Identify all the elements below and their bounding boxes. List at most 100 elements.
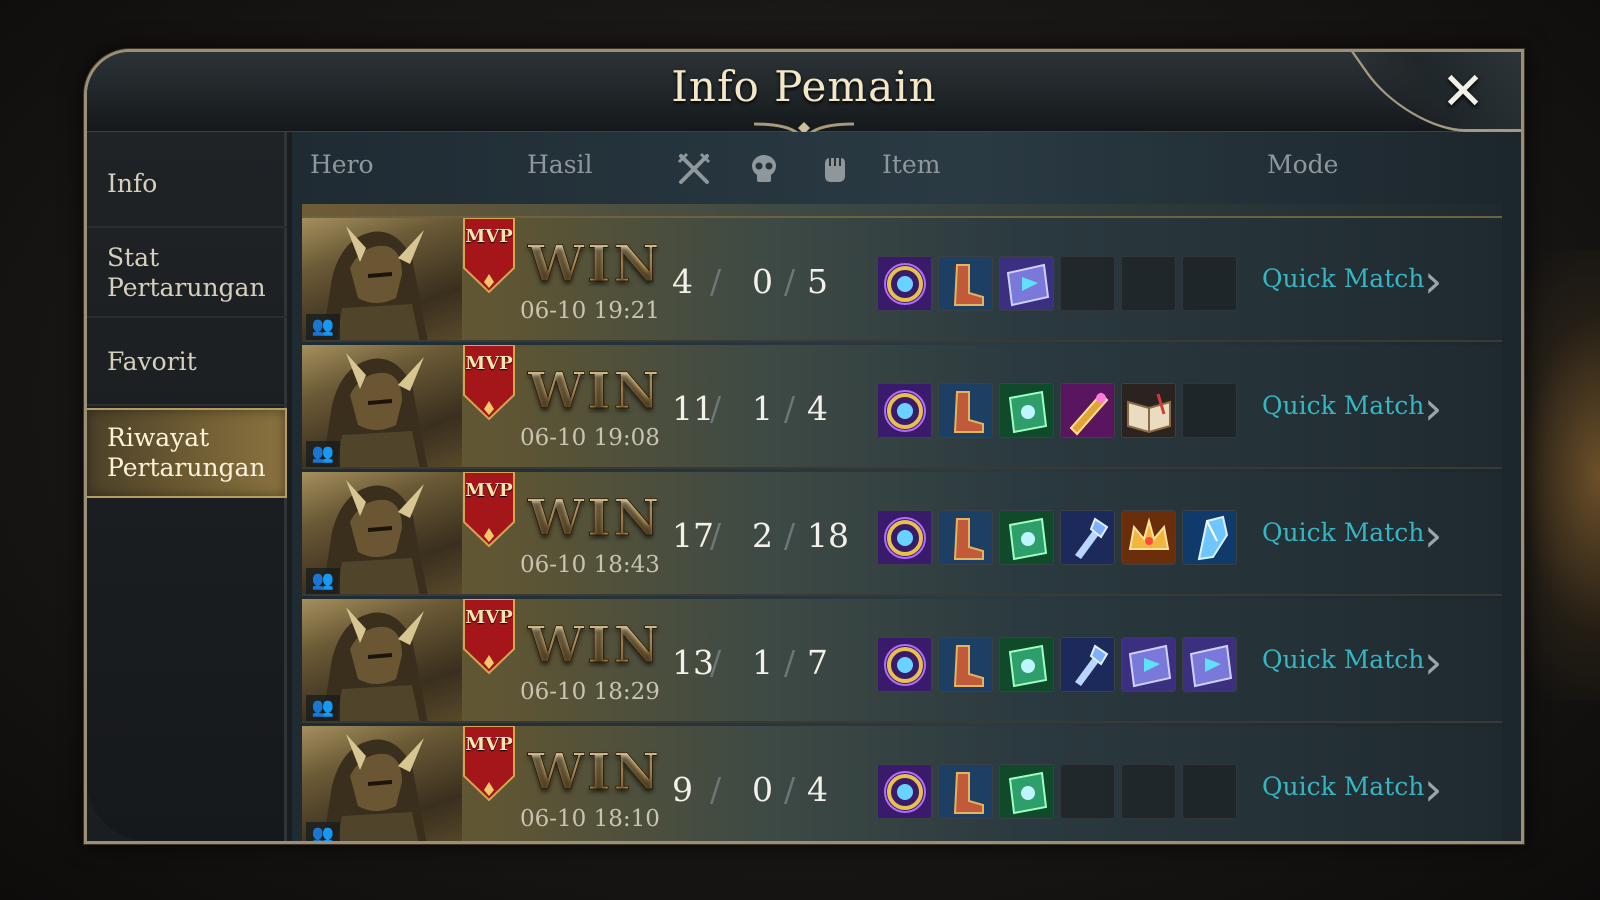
mvp-label: MVP [465, 226, 513, 247]
sidebar-item-label: Stat Pertarungan [107, 243, 266, 302]
match-date: 06-10 19:21 [520, 298, 660, 324]
header-hero: Hero [310, 150, 374, 179]
mvp-label: MVP [465, 480, 513, 501]
match-result: WIN [527, 361, 663, 421]
empty-item-slot [1060, 256, 1115, 311]
sidebar-item-label: Info [107, 169, 158, 198]
tome-icon[interactable] [999, 764, 1054, 819]
assists-value: 7 [807, 643, 828, 682]
mode-link[interactable]: Quick Match [1262, 518, 1424, 547]
boots-icon[interactable] [938, 510, 993, 565]
party-icon: 👥 [306, 314, 340, 340]
hero-portrait: 👥 [302, 472, 462, 594]
fist-icon [825, 158, 845, 182]
match-history-table: Hero Hasil Item Mode 👥 MVP WIN 06-10 19:21 4… [292, 132, 1521, 841]
table-header: Hero Hasil Item Mode [292, 132, 1521, 204]
hero-portrait: 👥 [302, 218, 462, 340]
player-info-window: Info Pemain ✕ Info Stat Pertarungan Favo… [84, 49, 1524, 844]
mode-link[interactable]: Quick Match [1262, 645, 1424, 674]
kda-separator: / [710, 643, 722, 682]
header-result: Hasil [527, 150, 593, 179]
table-row[interactable]: 👥 MVP WIN 06-10 18:29 13/1/7 Quick Match › [302, 599, 1502, 723]
party-icon: 👥 [306, 441, 340, 467]
tome-icon[interactable] [999, 256, 1054, 311]
table-row[interactable]: 👥 MVP WIN 06-10 18:43 17/2/18 Quick Match › [302, 472, 1502, 596]
match-date: 06-10 18:29 [520, 679, 660, 705]
match-result: WIN [527, 234, 663, 294]
mvp-label: MVP [465, 353, 513, 374]
amulet-icon[interactable] [877, 256, 932, 311]
chevron-right-icon[interactable]: › [1424, 764, 1454, 814]
match-result: WIN [527, 488, 663, 548]
tome-icon[interactable] [1121, 637, 1176, 692]
table-row[interactable]: 👥 MVP WIN 06-10 18:10 9 / 0 / 4 Quick Match › [302, 726, 1502, 841]
staff-icon[interactable] [1060, 510, 1115, 565]
empty-item-slot [1182, 383, 1237, 438]
amulet-icon[interactable] [877, 764, 932, 819]
table-row[interactable]: 👥 MVP WIN 06-10 19:08 11/1/4 Quick Match › [302, 345, 1502, 469]
match-date: 06-10 18:43 [520, 552, 660, 578]
mode-link[interactable]: Quick Match [1262, 772, 1424, 801]
assists-value: 5 [807, 262, 828, 301]
mode-link[interactable]: Quick Match [1262, 391, 1424, 420]
scroll-icon[interactable] [1060, 383, 1115, 438]
amulet-icon[interactable] [877, 637, 932, 692]
empty-item-slot [1182, 256, 1237, 311]
kda-separator: / [784, 262, 796, 301]
tome-icon[interactable] [999, 510, 1054, 565]
kda-separator: / [710, 770, 722, 809]
deaths-value: 1 [752, 643, 773, 682]
chevron-right-icon[interactable]: › [1424, 383, 1454, 433]
sidebar-item-info[interactable]: Info [87, 142, 287, 228]
kda-separator: / [710, 389, 722, 428]
boots-icon[interactable] [938, 383, 993, 438]
hero-portrait: 👥 [302, 726, 462, 841]
sidebar-item-riwayat-pertarungan[interactable]: Riwayat Pertarungan [87, 408, 287, 498]
chevron-right-icon[interactable]: › [1424, 637, 1454, 687]
kills-value: 13 [672, 643, 714, 682]
title-bar: Info Pemain ✕ [87, 52, 1521, 143]
hero-portrait: 👥 [302, 599, 462, 721]
sidebar-item-favorit[interactable]: Favorit [87, 320, 287, 406]
amulet-icon[interactable] [877, 383, 932, 438]
shard-icon[interactable] [1182, 510, 1237, 565]
header-mode: Mode [1267, 150, 1339, 179]
kills-value: 17 [672, 516, 714, 555]
hero-portrait: 👥 [302, 345, 462, 467]
match-result: WIN [527, 615, 663, 675]
empty-item-slot [1121, 764, 1176, 819]
boots-icon[interactable] [938, 256, 993, 311]
match-date: 06-10 19:08 [520, 425, 660, 451]
party-icon: 👥 [306, 822, 340, 841]
header-item: Item [882, 150, 941, 179]
sidebar-item-label: Favorit [107, 347, 197, 376]
kda-separator: / [784, 643, 796, 682]
mode-link[interactable]: Quick Match [1262, 264, 1424, 293]
kda-separator: / [784, 770, 796, 809]
assists-value: 4 [807, 389, 828, 428]
crossed-swords-icon [677, 152, 711, 184]
kda-separator: / [784, 389, 796, 428]
empty-item-slot [1121, 256, 1176, 311]
staff-icon[interactable] [1060, 637, 1115, 692]
window-title: Info Pemain [671, 62, 937, 111]
match-date: 06-10 18:10 [520, 806, 660, 832]
tome-icon[interactable] [1182, 637, 1237, 692]
assists-value: 18 [807, 516, 849, 555]
chevron-right-icon[interactable]: › [1424, 510, 1454, 560]
deaths-value: 2 [752, 516, 773, 555]
amulet-icon[interactable] [877, 510, 932, 565]
party-icon: 👥 [306, 695, 340, 721]
empty-item-slot [1182, 764, 1237, 819]
book-icon[interactable] [1121, 383, 1176, 438]
tome-icon[interactable] [999, 383, 1054, 438]
close-icon[interactable]: ✕ [1433, 62, 1493, 122]
sidebar-item-stat-pertarungan[interactable]: Stat Pertarungan [87, 230, 287, 318]
tome-icon[interactable] [999, 637, 1054, 692]
crown-icon[interactable] [1121, 510, 1176, 565]
boots-icon[interactable] [938, 637, 993, 692]
table-row[interactable]: 👥 MVP WIN 06-10 19:21 4 / 0 / 5 Quick Match › [302, 218, 1502, 342]
chevron-right-icon[interactable]: › [1424, 256, 1454, 306]
boots-icon[interactable] [938, 764, 993, 819]
partial-row [302, 204, 1502, 218]
